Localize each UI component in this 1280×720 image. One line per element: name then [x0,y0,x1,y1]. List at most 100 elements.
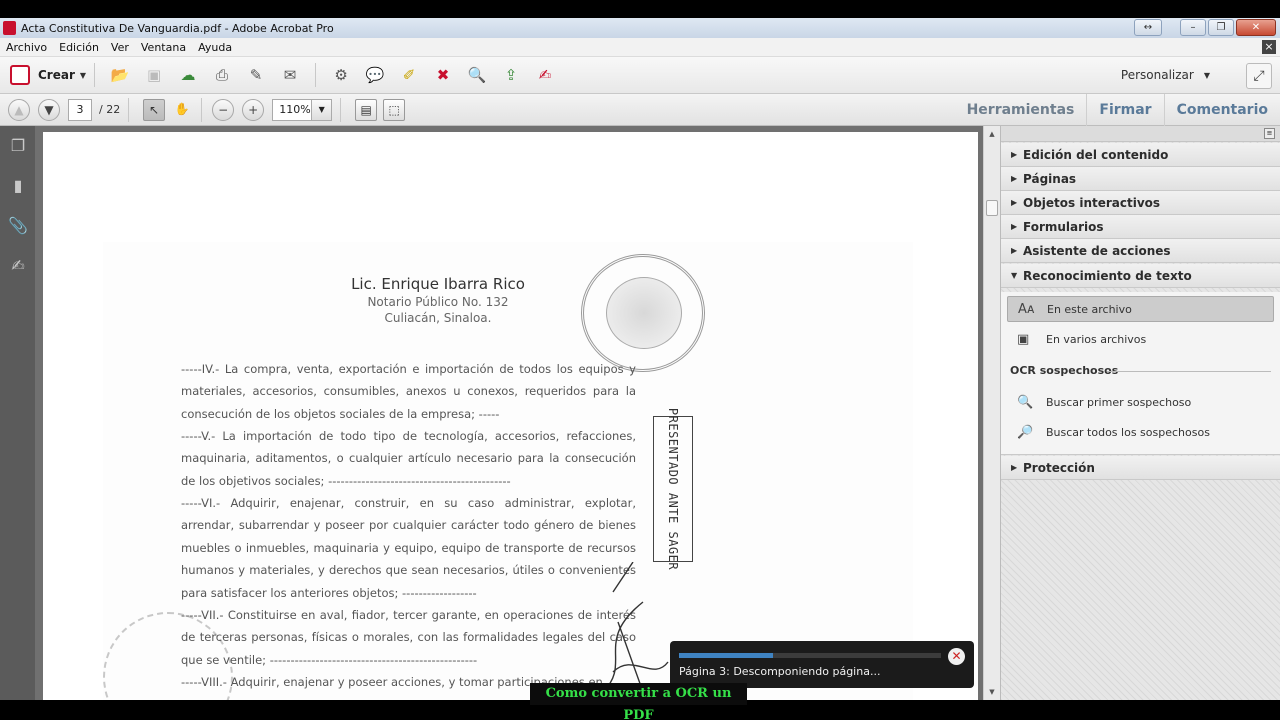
screen-top-border [0,0,1280,18]
zoom-value[interactable]: 110% [272,98,313,121]
menu-edicion[interactable]: Edición [53,41,105,54]
window-title: Acta Constitutiva De Vanguardia.pdf - Ad… [21,21,334,35]
section-reconocimiento-texto[interactable]: ▼ Reconocimiento de texto [1001,264,1280,288]
menu-ventana[interactable]: Ventana [135,41,192,54]
find-all-suspects-item[interactable]: 🔎 Buscar todos los sospechosos [1007,419,1274,445]
ocr-multiple-files-item[interactable]: ▣ En varios archivos [1007,326,1274,352]
customize-dropdown[interactable]: Personalizar ▼ [1121,68,1210,82]
select-tool-icon[interactable]: ↖ [143,98,166,121]
close-document-icon[interactable]: × [1262,40,1276,54]
section-label: Protección [1023,460,1095,475]
item-label: En varios archivos [1046,332,1147,346]
comment-icon[interactable]: 💬 [364,64,386,86]
document-scrollbar[interactable]: ▲ ▼ [983,126,1000,700]
notary-name: Lic. Enrique Ibarra Rico [351,275,525,293]
fit-page-icon[interactable]: ⬚ [383,98,406,121]
page-thumbnails-icon[interactable]: ❐ [8,136,28,156]
export-icon[interactable]: ⇪ [500,64,522,86]
panel-options-icon[interactable]: ≡ [1264,128,1275,139]
navigation-toolbar: ▲ ▼ 3 / 22 ↖ ✋ − + 110% ▼ ▤ ⬚ Herramient… [0,94,1280,126]
attachment-icon[interactable]: 📎 [8,216,28,236]
maximize-button[interactable]: ❐ [1208,19,1234,36]
save-icon[interactable]: ▣ [143,64,165,86]
menu-ayuda[interactable]: Ayuda [192,41,238,54]
scroll-thumb[interactable] [986,200,998,216]
zoom-out-icon[interactable]: − [212,98,235,121]
ocr-this-file-item[interactable]: Aᴀ En este archivo [1007,296,1274,322]
section-formularios[interactable]: ▶ Formularios [1001,215,1280,239]
customize-label: Personalizar [1120,68,1194,82]
section-objetos-interactivos[interactable]: ▶ Objetos interactivos [1001,191,1280,215]
section-edicion-contenido[interactable]: ▶ Edición del contenido [1001,143,1280,167]
zoom-select[interactable]: 110% ▼ [272,98,333,121]
section-proteccion[interactable]: ▶ Protección [1001,456,1280,480]
separator [201,97,203,122]
hand-tool-icon[interactable]: ✋ [171,99,193,121]
chevron-down-icon: ▼ [1011,271,1018,280]
search-document-icon[interactable]: 🔍 [466,64,488,86]
previous-page-icon[interactable]: ▲ [8,98,30,121]
forms-icon[interactable]: ✍ [534,64,556,86]
create-button[interactable]: Crear ▼ [10,62,86,88]
section-asistente-acciones[interactable]: ▶ Asistente de acciones [1001,239,1280,263]
fullscreen-icon[interactable]: ⤢ [1246,63,1272,89]
section-paginas[interactable]: ▶ Páginas [1001,167,1280,191]
open-folder-icon[interactable]: 📂 [109,64,131,86]
page-number-input[interactable]: 3 [68,98,92,121]
resize-icon[interactable]: ↔ [1134,19,1162,36]
ocr-suspects-heading: OCR sospechosos [1010,364,1119,377]
document-viewer[interactable]: Lic. Enrique Ibarra Rico Notario Público… [35,126,983,700]
print-icon[interactable]: ⎙ [211,64,233,86]
section-label: Formularios [1023,219,1104,234]
cancel-icon[interactable]: ✕ [948,648,965,665]
section-label: Reconocimiento de texto [1023,268,1192,283]
title-bar: Acta Constitutiva De Vanguardia.pdf - Ad… [0,18,1280,38]
navigation-pane: ❐ ▮ 📎 ✍ [0,126,35,700]
delete-page-icon[interactable]: ✖ [432,64,454,86]
chevron-right-icon: ▶ [1011,246,1018,255]
find-first-suspect-item[interactable]: 🔍 Buscar primer sospechoso [1007,389,1274,415]
tab-comentario[interactable]: Comentario [1163,94,1280,126]
find-suspect-icon: 🔍 [1017,394,1034,410]
acrobat-icon [3,21,16,35]
highlight-icon[interactable]: ✐ [398,64,420,86]
item-label: Buscar todos los sospechosos [1046,425,1210,439]
tab-herramientas[interactable]: Herramientas [955,94,1087,126]
section-label: Páginas [1023,171,1077,186]
minimize-button[interactable]: – [1180,19,1206,36]
ocr-progress-dialog: Página 3: Descomponiendo página... ✕ [670,641,974,688]
scroll-up-icon[interactable]: ▲ [984,126,1000,142]
chevron-right-icon: ▶ [1011,174,1018,183]
edit-document-icon[interactable]: ✎ [245,64,267,86]
progress-fill [679,653,774,658]
clause-vii: -----VII.- Constituirse en aval, fiador,… [181,608,636,667]
progress-message: Página 3: Descomponiendo página... [679,665,881,678]
main-toolbar: Crear ▼ 📂 ▣ ☁ ⎙ ✎ ✉ ⚙ 💬 ✐ ✖ 🔍 ⇪ ✍ Person… [0,57,1280,94]
section-label: Edición del contenido [1023,147,1169,162]
chevron-down-icon[interactable]: ▼ [312,98,333,121]
separator [94,63,96,87]
signature-icon[interactable]: ✍ [8,256,28,276]
settings-gear-icon[interactable]: ⚙ [330,64,352,86]
handwritten-signature [602,562,669,693]
chevron-right-icon: ▶ [1011,463,1018,472]
zoom-in-icon[interactable]: + [242,98,265,121]
tools-panel: ≡ ▶ Edición del contenido ▶ Páginas ▶ Ob… [1000,126,1280,700]
tab-firmar[interactable]: Firmar [1086,94,1163,126]
scroll-mode-icon[interactable]: ▤ [355,98,378,121]
cloud-upload-icon[interactable]: ☁ [177,64,199,86]
menu-ver[interactable]: Ver [105,41,135,54]
chevron-right-icon: ▶ [1011,150,1018,159]
bookmark-icon[interactable]: ▮ [8,176,28,196]
item-label: En este archivo [1047,302,1132,316]
scroll-down-icon[interactable]: ▼ [984,684,1000,700]
menu-archivo[interactable]: Archivo [0,41,53,54]
notary-seal [581,254,705,372]
panel-header: ≡ [1001,126,1280,142]
section-label: Asistente de acciones [1023,243,1171,258]
create-label: Crear [38,68,75,82]
next-page-icon[interactable]: ▼ [38,98,60,121]
email-icon[interactable]: ✉ [279,64,301,86]
close-button[interactable]: ✕ [1236,19,1276,36]
separator [128,97,130,122]
